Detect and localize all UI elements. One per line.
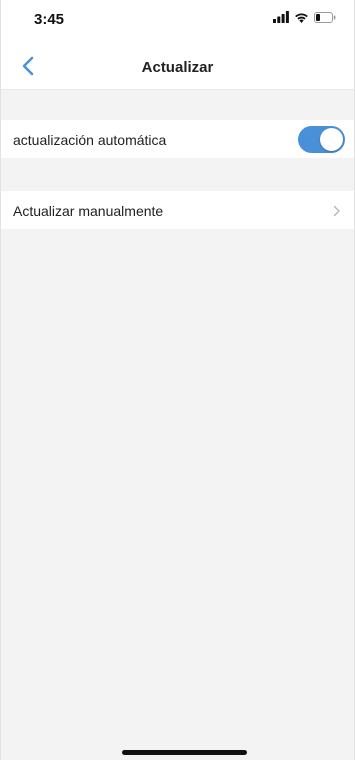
update-settings-screen: 3:45 Actualizar actualización automática… [0,0,355,760]
battery-icon [314,10,336,28]
auto-update-toggle[interactable] [298,126,345,153]
wifi-icon [294,10,309,28]
status-icons [273,10,336,28]
toggle-knob [320,128,343,151]
page-title: Actualizar [141,59,214,76]
manual-update-row[interactable]: Actualizar manualmente [1,191,354,229]
status-time: 3:45 [34,11,65,28]
auto-update-label: actualización automática [13,132,167,148]
auto-update-row: actualización automática [1,120,354,158]
navigation-bar: Actualizar [1,44,354,90]
chevron-right-icon [333,204,341,217]
home-indicator [122,750,247,755]
status-bar: 3:45 [1,0,354,44]
signal-icon [273,10,289,28]
manual-update-label: Actualizar manualmente [13,203,164,219]
